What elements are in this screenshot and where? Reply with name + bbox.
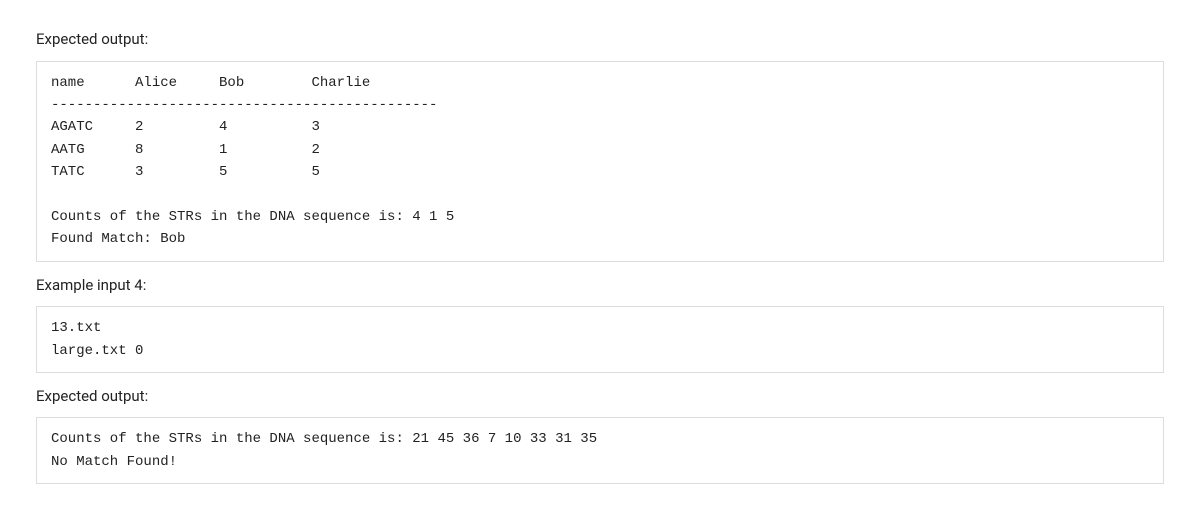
code-block-input-4: 13.txt large.txt 0 <box>36 306 1164 373</box>
example-input-4-label: Example input 4: <box>36 274 1164 297</box>
code-block-output-2: Counts of the STRs in the DNA sequence i… <box>36 417 1164 484</box>
code-block-output-1: name Alice Bob Charlie -----------------… <box>36 61 1164 262</box>
expected-output-label-1: Expected output: <box>36 28 1164 51</box>
expected-output-label-2: Expected output: <box>36 385 1164 408</box>
